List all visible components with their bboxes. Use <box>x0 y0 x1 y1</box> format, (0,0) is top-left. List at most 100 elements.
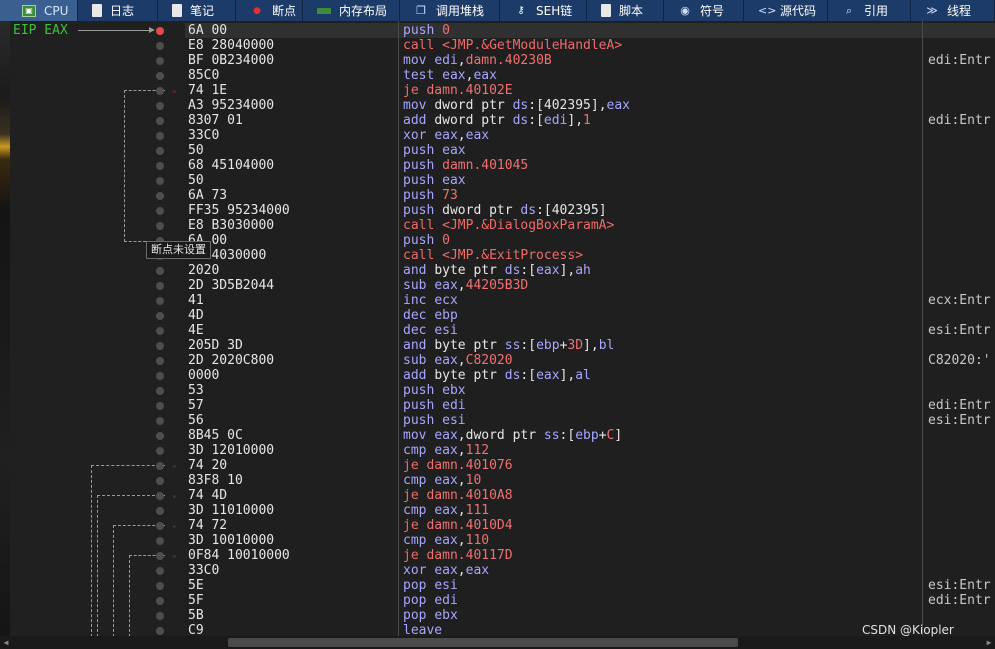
disassembly-line[interactable]: mov eax,dword ptr ss:[ebp+C] <box>403 428 622 443</box>
tab-seh-chain[interactable]: ⚷ SEH链 <box>500 0 587 21</box>
disassembly-line[interactable]: add byte ptr ds:[eax],al <box>403 368 591 383</box>
disassembly-line[interactable]: mov edi,damn.40230B <box>403 53 552 68</box>
breakpoint-slot-icon[interactable] <box>156 432 164 440</box>
disassembly-line[interactable]: sub eax,C82020 <box>403 353 513 368</box>
disassembly-line[interactable]: mov dword ptr ds:[402395],eax <box>403 98 630 113</box>
instruction-bytes[interactable]: 6A 73 <box>188 188 227 203</box>
disassembly-line[interactable]: push dword ptr ds:[402395] <box>403 203 607 218</box>
breakpoint-slot-icon[interactable] <box>156 327 164 335</box>
instruction-bytes[interactable]: 68 45104000 <box>188 158 274 173</box>
scroll-right-icon[interactable]: ▶ <box>983 636 995 649</box>
instruction-bytes[interactable]: 83F8 10 <box>188 473 243 488</box>
disassembly-line[interactable]: push edi <box>403 398 466 413</box>
breakpoint-dot-icon[interactable] <box>156 27 164 35</box>
breakpoint-slot-icon[interactable] <box>156 342 164 350</box>
disassembly-line[interactable]: pop edi <box>403 593 458 608</box>
disassembly-line[interactable]: add dword ptr ds:[edi],1 <box>403 113 591 128</box>
instruction-bytes[interactable]: 74 72 <box>188 518 227 533</box>
disassembly-line[interactable]: call <JMP.&ExitProcess> <box>403 248 583 263</box>
horizontal-scrollbar[interactable]: ◀ ▶ <box>0 636 995 649</box>
disassembly-line[interactable]: push esi <box>403 413 466 428</box>
disassembly-line[interactable]: je damn.40117D <box>403 548 513 563</box>
instruction-bytes[interactable]: 8B45 0C <box>188 428 243 443</box>
disassembly-line[interactable]: je damn.401076 <box>403 458 513 473</box>
disassembly-line[interactable]: push ebx <box>403 383 466 398</box>
breakpoint-slot-icon[interactable] <box>156 222 164 230</box>
instruction-bytes[interactable]: 33C0 <box>188 128 219 143</box>
breakpoint-slot-icon[interactable] <box>156 552 164 560</box>
instruction-bytes[interactable]: E8 B3030000 <box>188 218 274 233</box>
instruction-bytes[interactable]: 56 <box>188 413 204 428</box>
instruction-bytes[interactable]: 3D 11010000 <box>188 503 274 518</box>
disassembly-line[interactable]: test eax,eax <box>403 68 497 83</box>
tab-memory-map[interactable]: 内存布局 <box>303 0 400 21</box>
disassembly-line[interactable]: xor eax,eax <box>403 563 489 578</box>
tab-script[interactable]: 脚本 <box>587 0 664 21</box>
breakpoint-slot-icon[interactable] <box>156 627 164 635</box>
breakpoint-slot-icon[interactable] <box>156 522 164 530</box>
breakpoint-slot-icon[interactable] <box>156 267 164 275</box>
disassembly-line[interactable]: push damn.401045 <box>403 158 528 173</box>
breakpoint-slot-icon[interactable] <box>156 192 164 200</box>
breakpoint-slot-icon[interactable] <box>156 507 164 515</box>
instruction-bytes[interactable]: 205D 3D <box>188 338 243 353</box>
instruction-bytes[interactable]: 5B <box>188 608 204 623</box>
breakpoint-slot-icon[interactable] <box>156 207 164 215</box>
tab-log[interactable]: 日志 <box>78 0 158 21</box>
disassembly-line[interactable]: call <JMP.&DialogBoxParamA> <box>403 218 614 233</box>
breakpoint-slot-icon[interactable] <box>156 357 164 365</box>
instruction-bytes[interactable]: FF35 95234000 <box>188 203 290 218</box>
disassembly-line[interactable]: pop esi <box>403 578 458 593</box>
breakpoint-slot-icon[interactable] <box>156 117 164 125</box>
scrollbar-thumb[interactable] <box>228 638 738 647</box>
breakpoint-slot-icon[interactable] <box>156 297 164 305</box>
instruction-bytes[interactable]: 50 <box>188 173 204 188</box>
disassembly-line[interactable]: sub eax,44205B3D <box>403 278 528 293</box>
disassembly-line[interactable]: call <JMP.&GetModuleHandleA> <box>403 38 622 53</box>
tab-breakpoint[interactable]: ● 断点 <box>236 0 303 21</box>
instruction-bytes[interactable]: 5E <box>188 578 204 593</box>
breakpoint-slot-icon[interactable] <box>156 312 164 320</box>
tab-threads[interactable]: ≫ 线程 <box>911 0 995 21</box>
disassembly-line[interactable]: xor eax,eax <box>403 128 489 143</box>
instruction-bytes[interactable]: 6A 00 <box>188 23 227 38</box>
instruction-bytes[interactable]: 2020 <box>188 263 219 278</box>
breakpoint-slot-icon[interactable] <box>156 402 164 410</box>
breakpoint-slot-icon[interactable] <box>156 132 164 140</box>
instruction-bytes[interactable]: 41 <box>188 293 204 308</box>
instruction-bytes[interactable]: 3D 12010000 <box>188 443 274 458</box>
breakpoint-slot-icon[interactable] <box>156 597 164 605</box>
instruction-bytes[interactable]: 3D 10010000 <box>188 533 274 548</box>
disassembly-line[interactable]: and byte ptr ss:[ebp+3D],bl <box>403 338 614 353</box>
instruction-bytes[interactable]: 74 20 <box>188 458 227 473</box>
instruction-bytes[interactable]: 74 1E <box>188 83 227 98</box>
disassembly-line[interactable]: push 0 <box>403 23 450 38</box>
breakpoint-slot-icon[interactable] <box>156 387 164 395</box>
disassembly-line[interactable]: cmp eax,10 <box>403 473 481 488</box>
disassembly-line[interactable]: pop ebx <box>403 608 458 623</box>
scroll-left-icon[interactable]: ◀ <box>0 636 12 649</box>
instruction-bytes[interactable]: 8307 01 <box>188 113 243 128</box>
disassembly-line[interactable]: push 73 <box>403 188 458 203</box>
breakpoint-slot-icon[interactable] <box>156 492 164 500</box>
disassembly-line[interactable]: push 0 <box>403 233 450 248</box>
disassembly-line[interactable]: cmp eax,112 <box>403 443 489 458</box>
instruction-bytes[interactable]: 33C0 <box>188 563 219 578</box>
instruction-bytes[interactable]: 4E <box>188 323 204 338</box>
breakpoint-slot-icon[interactable] <box>156 162 164 170</box>
instruction-bytes[interactable]: 53 <box>188 383 204 398</box>
disassembly-line[interactable]: push eax <box>403 173 466 188</box>
instruction-bytes[interactable]: 0F84 10010000 <box>188 548 290 563</box>
disassembly-line[interactable]: dec esi <box>403 323 458 338</box>
breakpoint-slot-icon[interactable] <box>156 462 164 470</box>
tab-symbols[interactable]: ◉ 符号 <box>664 0 744 21</box>
tab-notes[interactable]: 笔记 <box>158 0 236 21</box>
breakpoint-slot-icon[interactable] <box>156 447 164 455</box>
tab-source-code[interactable]: <> 源代码 <box>744 0 828 21</box>
disassembly-line[interactable]: cmp eax,111 <box>403 503 489 518</box>
disassembly-line[interactable]: dec ebp <box>403 308 458 323</box>
tab-cpu[interactable]: ▣ CPU <box>0 0 78 21</box>
instruction-bytes[interactable]: E8 28040000 <box>188 38 274 53</box>
breakpoint-slot-icon[interactable] <box>156 612 164 620</box>
breakpoint-slot-icon[interactable] <box>156 57 164 65</box>
